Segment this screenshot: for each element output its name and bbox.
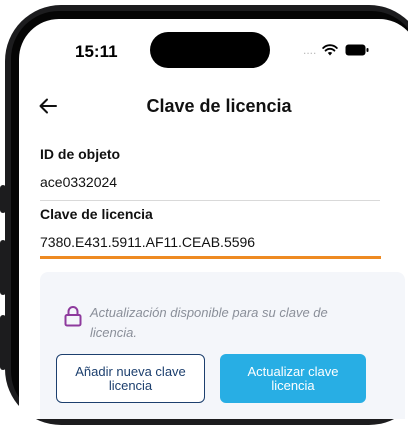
update-card: Actualización disponible para su clave d… bbox=[40, 272, 405, 419]
update-available-message: Actualización disponible para su clave d… bbox=[90, 305, 328, 340]
object-id-divider bbox=[40, 200, 380, 201]
page-title: Clave de licencia bbox=[146, 96, 292, 116]
license-key-underline bbox=[40, 256, 381, 259]
signal-icon: .... bbox=[303, 43, 317, 57]
status-time: 15:11 bbox=[75, 42, 118, 61]
phone-side-button-action bbox=[0, 185, 6, 213]
wifi-icon bbox=[322, 44, 339, 56]
lock-icon bbox=[64, 306, 82, 327]
battery-icon bbox=[345, 44, 369, 56]
add-license-key-button[interactable]: Añadir nueva clave licencia bbox=[56, 354, 205, 403]
update-license-key-button[interactable]: Actualizar clave licencia bbox=[220, 354, 366, 403]
object-id-value: ace0332024 bbox=[40, 174, 118, 190]
license-key-field[interactable]: 7380.E431.5911.AF11.CEAB.5596 bbox=[40, 234, 255, 250]
status-icons: .... bbox=[303, 44, 369, 56]
object-id-label: ID de objeto bbox=[40, 146, 121, 162]
phone-side-button-volume-up bbox=[0, 240, 6, 295]
app-screen: 15:11 .... Clave de licencia ID de objet… bbox=[19, 19, 408, 419]
license-key-label: Clave de licencia bbox=[40, 206, 153, 222]
phone-side-button-volume-down bbox=[0, 315, 6, 370]
dynamic-island bbox=[150, 32, 270, 68]
